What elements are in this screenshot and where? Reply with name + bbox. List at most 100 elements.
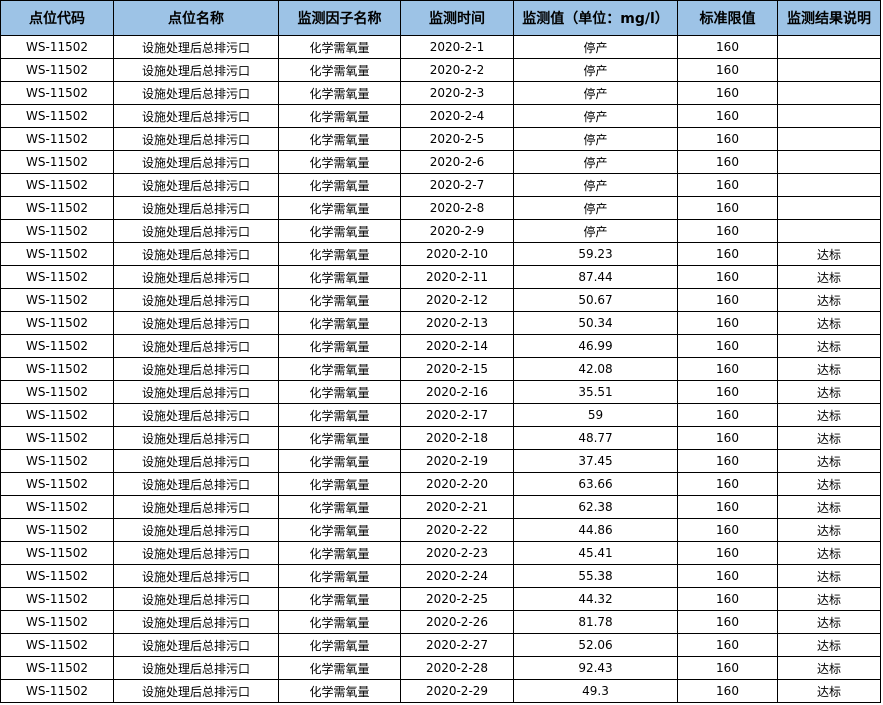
factor-name-cell: 化学需氧量 xyxy=(278,587,401,611)
monitoring-value-cell: 55.38 xyxy=(513,564,678,588)
site-code-cell: WS-11502 xyxy=(0,449,114,473)
monitoring-value-cell: 35.51 xyxy=(513,380,678,404)
result-note-cell xyxy=(777,219,881,243)
factor-name-cell: 化学需氧量 xyxy=(278,518,401,542)
table-row: WS-11502 设施处理后总排污口 化学需氧量 2020-2-2 停产 160 xyxy=(0,58,881,82)
standard-limit-cell: 160 xyxy=(677,196,778,220)
site-code-cell: WS-11502 xyxy=(0,311,114,335)
monitoring-value-cell: 81.78 xyxy=(513,610,678,634)
monitoring-value-cell: 49.3 xyxy=(513,679,678,703)
result-note-cell xyxy=(777,127,881,151)
monitoring-time-cell: 2020-2-5 xyxy=(400,127,514,151)
monitoring-value-cell: 50.34 xyxy=(513,311,678,335)
standard-limit-cell: 160 xyxy=(677,426,778,450)
site-name-cell: 设施处理后总排污口 xyxy=(113,518,279,542)
monitoring-value-cell: 停产 xyxy=(513,58,678,82)
result-note-cell: 达标 xyxy=(777,518,881,542)
site-code-cell: WS-11502 xyxy=(0,265,114,289)
standard-limit-cell: 160 xyxy=(677,656,778,680)
factor-name-cell: 化学需氧量 xyxy=(278,564,401,588)
standard-limit-cell: 160 xyxy=(677,150,778,174)
factor-name-cell: 化学需氧量 xyxy=(278,58,401,82)
table-row: WS-11502 设施处理后总排污口 化学需氧量 2020-2-22 44.86 160 达… xyxy=(0,518,881,542)
monitoring-time-cell: 2020-2-7 xyxy=(400,173,514,197)
factor-name-cell: 化学需氧量 xyxy=(278,449,401,473)
factor-name-cell: 化学需氧量 xyxy=(278,173,401,197)
table-row: WS-11502 设施处理后总排污口 化学需氧量 2020-2-7 停产 160 xyxy=(0,173,881,197)
table-row: WS-11502 设施处理后总排污口 化学需氧量 2020-2-29 49.3 160 达标 xyxy=(0,679,881,703)
factor-name-cell: 化学需氧量 xyxy=(278,495,401,519)
factor-name-cell: 化学需氧量 xyxy=(278,104,401,128)
standard-limit-cell: 160 xyxy=(677,472,778,496)
factor-name-cell: 化学需氧量 xyxy=(278,426,401,450)
monitoring-value-cell: 63.66 xyxy=(513,472,678,496)
result-note-cell: 达标 xyxy=(777,587,881,611)
monitoring-time-cell: 2020-2-18 xyxy=(400,426,514,450)
site-code-cell: WS-11502 xyxy=(0,633,114,657)
site-code-cell: WS-11502 xyxy=(0,219,114,243)
table-row: WS-11502 设施处理后总排污口 化学需氧量 2020-2-9 停产 160 xyxy=(0,219,881,243)
site-code-cell: WS-11502 xyxy=(0,679,114,703)
factor-name-cell: 化学需氧量 xyxy=(278,334,401,358)
monitoring-value-cell: 48.77 xyxy=(513,426,678,450)
factor-name-cell: 化学需氧量 xyxy=(278,288,401,312)
site-name-cell: 设施处理后总排污口 xyxy=(113,58,279,82)
site-name-cell: 设施处理后总排污口 xyxy=(113,127,279,151)
table-row: WS-11502 设施处理后总排污口 化学需氧量 2020-2-8 停产 160 xyxy=(0,196,881,220)
header-standard-limit: 标准限值 xyxy=(677,0,778,36)
factor-name-cell: 化学需氧量 xyxy=(278,633,401,657)
monitoring-time-cell: 2020-2-17 xyxy=(400,403,514,427)
result-note-cell: 达标 xyxy=(777,311,881,335)
standard-limit-cell: 160 xyxy=(677,81,778,105)
monitoring-value-cell: 停产 xyxy=(513,127,678,151)
result-note-cell xyxy=(777,35,881,59)
site-name-cell: 设施处理后总排污口 xyxy=(113,380,279,404)
result-note-cell: 达标 xyxy=(777,495,881,519)
site-name-cell: 设施处理后总排污口 xyxy=(113,150,279,174)
standard-limit-cell: 160 xyxy=(677,104,778,128)
site-name-cell: 设施处理后总排污口 xyxy=(113,196,279,220)
table-row: WS-11502 设施处理后总排污口 化学需氧量 2020-2-10 59.23 160 达… xyxy=(0,242,881,266)
table-row: WS-11502 设施处理后总排污口 化学需氧量 2020-2-12 50.67 160 达… xyxy=(0,288,881,312)
factor-name-cell: 化学需氧量 xyxy=(278,472,401,496)
monitoring-value-cell: 62.38 xyxy=(513,495,678,519)
monitoring-value-cell: 59 xyxy=(513,403,678,427)
factor-name-cell: 化学需氧量 xyxy=(278,150,401,174)
site-name-cell: 设施处理后总排污口 xyxy=(113,679,279,703)
site-name-cell: 设施处理后总排污口 xyxy=(113,541,279,565)
site-code-cell: WS-11502 xyxy=(0,380,114,404)
monitoring-value-cell: 45.41 xyxy=(513,541,678,565)
standard-limit-cell: 160 xyxy=(677,219,778,243)
site-code-cell: WS-11502 xyxy=(0,472,114,496)
monitoring-time-cell: 2020-2-15 xyxy=(400,357,514,381)
site-code-cell: WS-11502 xyxy=(0,541,114,565)
monitoring-value-cell: 50.67 xyxy=(513,288,678,312)
table-row: WS-11502 设施处理后总排污口 化学需氧量 2020-2-23 45.41 160 达… xyxy=(0,541,881,565)
table-body: WS-11502 设施处理后总排污口 化学需氧量 2020-2-1 停产 160 WS-11… xyxy=(0,35,881,703)
result-note-cell: 达标 xyxy=(777,357,881,381)
site-name-cell: 设施处理后总排污口 xyxy=(113,288,279,312)
monitoring-value-cell: 46.99 xyxy=(513,334,678,358)
table-row: WS-11502 设施处理后总排污口 化学需氧量 2020-2-18 48.77 160 达… xyxy=(0,426,881,450)
result-note-cell: 达标 xyxy=(777,564,881,588)
monitoring-time-cell: 2020-2-29 xyxy=(400,679,514,703)
table-row: WS-11502 设施处理后总排污口 化学需氧量 2020-2-11 87.44 160 达… xyxy=(0,265,881,289)
standard-limit-cell: 160 xyxy=(677,449,778,473)
result-note-cell: 达标 xyxy=(777,449,881,473)
site-name-cell: 设施处理后总排污口 xyxy=(113,633,279,657)
standard-limit-cell: 160 xyxy=(677,679,778,703)
monitoring-value-cell: 停产 xyxy=(513,35,678,59)
standard-limit-cell: 160 xyxy=(677,127,778,151)
table-row: WS-11502 设施处理后总排污口 化学需氧量 2020-2-3 停产 160 xyxy=(0,81,881,105)
monitoring-time-cell: 2020-2-22 xyxy=(400,518,514,542)
site-code-cell: WS-11502 xyxy=(0,587,114,611)
monitoring-value-cell: 停产 xyxy=(513,219,678,243)
site-code-cell: WS-11502 xyxy=(0,127,114,151)
monitoring-time-cell: 2020-2-11 xyxy=(400,265,514,289)
standard-limit-cell: 160 xyxy=(677,35,778,59)
result-note-cell xyxy=(777,173,881,197)
result-note-cell xyxy=(777,58,881,82)
standard-limit-cell: 160 xyxy=(677,564,778,588)
site-code-cell: WS-11502 xyxy=(0,518,114,542)
site-name-cell: 设施处理后总排污口 xyxy=(113,426,279,450)
